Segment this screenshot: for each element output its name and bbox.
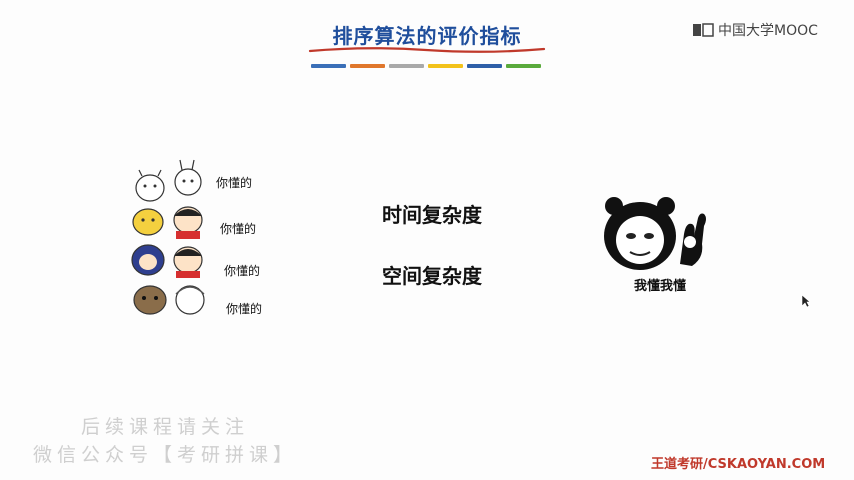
title-color-bars (311, 64, 541, 68)
mouse-pointer-icon (801, 294, 811, 308)
slide-canvas: 排序算法的评价指标 中国大学MOOC 你懂的 你懂的 你懂的 你懂的 时间复杂度… (0, 0, 854, 480)
watermark-line-1: 后续课程请关注 (80, 416, 249, 438)
footer-branding: 王道考研/CSKAOYAN.COM (651, 457, 826, 472)
color-bar (467, 64, 502, 68)
topic-time-complexity: 时间复杂度 (382, 203, 482, 227)
color-bar (311, 64, 346, 68)
watermark-line-2: 微信公众号【考研拼课】 (32, 444, 297, 466)
mooc-logo: 中国大学MOOC (692, 20, 818, 40)
color-bar (428, 64, 463, 68)
panda-meme-label: 我懂我懂 (633, 279, 686, 294)
meme-label: 你懂的 (226, 302, 263, 316)
color-bar (350, 64, 385, 68)
meme-label: 你懂的 (220, 222, 257, 236)
panda-ok-meme (604, 197, 706, 270)
cartoon-characters-meme: 你懂的 你懂的 你懂的 你懂的 (128, 158, 276, 326)
topic-space-complexity: 空间复杂度 (382, 264, 482, 288)
meme-label: 你懂的 (224, 264, 261, 278)
logo-text: 中国大学MOOC (718, 23, 818, 39)
color-bar (389, 64, 424, 68)
title-underline (308, 47, 546, 53)
mooc-logo-icon (693, 23, 714, 37)
meme-label: 你懂的 (216, 176, 253, 190)
color-bar (506, 64, 541, 68)
